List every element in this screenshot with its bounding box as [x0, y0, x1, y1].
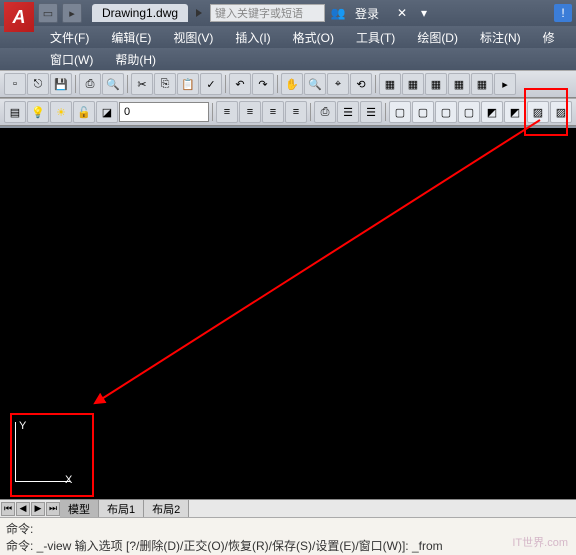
zoom-win-icon[interactable]: ⌖ — [327, 73, 349, 95]
tab-nav-first-icon[interactable]: ⏮ — [1, 502, 15, 516]
qat-open-icon[interactable]: ▸ — [62, 3, 82, 23]
copy-icon[interactable]: ⎘ — [154, 73, 176, 95]
view-sw-icon[interactable]: ▨ — [527, 101, 549, 123]
app-logo-icon[interactable]: A — [4, 2, 34, 32]
paste-icon[interactable]: 📋 — [177, 73, 199, 95]
match-icon[interactable]: ✓ — [200, 73, 222, 95]
redo-icon[interactable]: ↷ — [252, 73, 274, 95]
menu-format[interactable]: 格式(O) — [283, 27, 344, 48]
markup-icon[interactable]: ▦ — [471, 73, 493, 95]
menu-mod[interactable]: 修 — [533, 27, 565, 48]
menu-dim[interactable]: 标注(N) — [470, 27, 531, 48]
new-icon[interactable]: ▫ — [4, 73, 26, 95]
command-line[interactable]: 命令: 命令: _-view 输入选项 [?/删除(D)/正交(O)/恢复(R)… — [0, 517, 576, 555]
menu-file[interactable]: 文件(F) — [40, 27, 99, 48]
view1-icon[interactable]: ☰ — [337, 101, 359, 123]
dc-icon[interactable]: ▦ — [402, 73, 424, 95]
props-icon[interactable]: ▦ — [379, 73, 401, 95]
tab-nav-prev-icon[interactable]: ◀ — [16, 502, 30, 516]
tab-model[interactable]: 模型 — [60, 500, 99, 518]
separator — [277, 75, 278, 93]
layer-iso-icon[interactable]: ≡ — [216, 101, 238, 123]
qat-new-icon[interactable]: ▭ — [38, 3, 58, 23]
view-left-icon[interactable]: ▢ — [435, 101, 457, 123]
separator — [212, 103, 213, 121]
separator — [310, 103, 311, 121]
view-se-icon[interactable]: ▨ — [550, 101, 572, 123]
open-icon[interactable]: ⎋ — [27, 73, 49, 95]
separator — [385, 103, 386, 121]
print-icon[interactable]: ⎙ — [79, 73, 101, 95]
menu-edit[interactable]: 编辑(E) — [101, 27, 161, 48]
view-back-icon[interactable]: ◩ — [504, 101, 526, 123]
info-badge-icon[interactable]: ! — [554, 4, 572, 22]
tab-layout2[interactable]: 布局2 — [144, 500, 189, 518]
toolbar-layers-views: ▤ 💡 ☀ 🔓 ◪ 0 ≡ ≡ ≡ ≡ ⎙ ☰ ☰ ▢ ▢ ▢ ▢ ◩ ◩ ▨ … — [0, 98, 576, 126]
layer-on-icon[interactable]: 💡 — [27, 101, 49, 123]
ucs-y-label: Y — [19, 420, 26, 432]
pan-icon[interactable]: ✋ — [281, 73, 303, 95]
zoom-prev-icon[interactable]: ⟲ — [350, 73, 372, 95]
login-button[interactable]: 登录 — [355, 5, 379, 22]
view2-icon[interactable]: ☰ — [360, 101, 382, 123]
layer-lock-icon[interactable]: 🔓 — [73, 101, 95, 123]
watermark: IT世界.com — [512, 534, 568, 550]
menu-view[interactable]: 视图(V) — [163, 27, 223, 48]
exchange-icon[interactable]: ✕ — [393, 4, 411, 22]
cut-icon[interactable]: ✂ — [131, 73, 153, 95]
named-view-icon[interactable]: ⎙ — [314, 101, 336, 123]
menu-bar: 文件(F) 编辑(E) 视图(V) 插入(I) 格式(O) 工具(T) 绘图(D… — [0, 26, 576, 48]
menu-help[interactable]: 帮助(H) — [105, 49, 166, 70]
tab-nav-last-icon[interactable]: ⏭ — [46, 502, 60, 516]
layer-match-icon[interactable]: ≡ — [262, 101, 284, 123]
layer-state-icon[interactable]: ≡ — [285, 101, 307, 123]
title-bar: A ▭ ▸ Drawing1.dwg 键入关键字或短语 👥 登录 ✕ ▾ ! — [0, 0, 576, 26]
menu-tools[interactable]: 工具(T) — [346, 27, 405, 48]
play-icon — [196, 9, 202, 17]
signin-icon[interactable]: 👥 — [329, 4, 347, 22]
toolbar-standard: ▫ ⎋ 💾 ⎙ 🔍 ✂ ⎘ 📋 ✓ ↶ ↷ ✋ 🔍 ⌖ ⟲ ▦ ▦ ▦ ▦ ▦ … — [0, 70, 576, 98]
layer-combo[interactable]: 0 — [119, 102, 209, 122]
view-top-icon[interactable]: ▢ — [389, 101, 411, 123]
help-dropdown-icon[interactable]: ▾ — [415, 4, 433, 22]
tab-nav-next-icon[interactable]: ▶ — [31, 502, 45, 516]
view-front-icon[interactable]: ◩ — [481, 101, 503, 123]
drawing-canvas[interactable]: Y X — [0, 128, 576, 500]
undo-icon[interactable]: ↶ — [229, 73, 251, 95]
layer-prop-icon[interactable]: ▤ — [4, 101, 26, 123]
layer-freeze-icon[interactable]: ☀ — [50, 101, 72, 123]
ssm-icon[interactable]: ▦ — [448, 73, 470, 95]
cmd-history-line: 命令: — [6, 520, 570, 537]
layout-tabs: ⏮ ◀ ▶ ⏭ 模型 布局1 布局2 — [0, 499, 576, 517]
cmd-current-line: 命令: _-view 输入选项 [?/删除(D)/正交(O)/恢复(R)/保存(… — [6, 537, 570, 554]
calc-icon[interactable]: ▸ — [494, 73, 516, 95]
menu-bar-2: 窗口(W) 帮助(H) — [0, 48, 576, 70]
view-right-icon[interactable]: ▢ — [458, 101, 480, 123]
tab-layout1[interactable]: 布局1 — [99, 500, 144, 518]
search-input[interactable]: 键入关键字或短语 — [210, 4, 325, 22]
menu-insert[interactable]: 插入(I) — [225, 27, 280, 48]
view-bottom-icon[interactable]: ▢ — [412, 101, 434, 123]
menu-window[interactable]: 窗口(W) — [40, 49, 103, 70]
menu-draw[interactable]: 绘图(D) — [407, 27, 468, 48]
preview-icon[interactable]: 🔍 — [102, 73, 124, 95]
ucs-x-label: X — [65, 474, 72, 486]
separator — [75, 75, 76, 93]
document-tab[interactable]: Drawing1.dwg — [92, 4, 188, 22]
separator — [375, 75, 376, 93]
zoom-icon[interactable]: 🔍 — [304, 73, 326, 95]
layer-color-icon[interactable]: ◪ — [96, 101, 118, 123]
separator — [225, 75, 226, 93]
layer-prev-icon[interactable]: ≡ — [239, 101, 261, 123]
save-icon[interactable]: 💾 — [50, 73, 72, 95]
tp-icon[interactable]: ▦ — [425, 73, 447, 95]
separator — [127, 75, 128, 93]
